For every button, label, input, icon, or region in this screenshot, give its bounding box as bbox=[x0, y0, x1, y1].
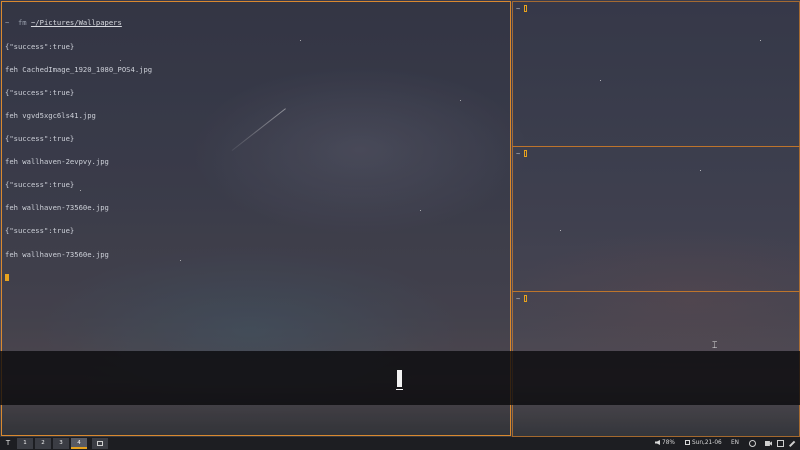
workspace-button-3[interactable]: 3 bbox=[53, 438, 69, 449]
clock-indicator[interactable]: Sun,21-06 bbox=[685, 437, 722, 450]
launcher-input-underline bbox=[396, 389, 403, 390]
prompt-tilde: ~ bbox=[516, 4, 521, 13]
terminal-app-button[interactable] bbox=[92, 438, 108, 449]
terminal-cursor bbox=[5, 273, 9, 281]
output-line: feh CachedImage_1920_1080_POS4.jpg bbox=[5, 64, 153, 74]
prompt-command: fm bbox=[17, 18, 27, 28]
globe-icon[interactable] bbox=[749, 440, 756, 447]
clock-label: Sun,21-06 bbox=[692, 440, 722, 446]
keyboard-layout-indicator[interactable]: EN bbox=[731, 437, 739, 450]
menu-icon[interactable]: T bbox=[4, 439, 12, 448]
output-line: {"success":true} bbox=[5, 133, 75, 143]
input-line[interactable] bbox=[5, 273, 152, 282]
prompt-line: ~ fm ~/Pictures/Wallpapers bbox=[5, 19, 152, 27]
output-line: feh wallhaven-2evpvy.jpg bbox=[5, 157, 109, 167]
output-line: feh wallhaven-73560e.jpg bbox=[5, 249, 109, 259]
terminal-window-top-right[interactable]: ~ bbox=[512, 1, 800, 147]
mouse-ibeam-cursor-icon: ⌶ bbox=[712, 341, 718, 351]
taskbar: T 1 2 3 4 78% Sun,21-06 EN bbox=[0, 437, 800, 450]
volume-indicator[interactable]: 78% bbox=[655, 437, 675, 450]
window-icon[interactable] bbox=[777, 440, 784, 447]
workspace-button-2[interactable]: 2 bbox=[35, 438, 51, 449]
workspace-button-4[interactable]: 4 bbox=[71, 438, 87, 449]
prompt-line: ~ bbox=[516, 4, 528, 13]
terminal-cursor bbox=[524, 295, 528, 302]
terminal-output: ~ fm ~/Pictures/Wallpapers {"success":tr… bbox=[5, 4, 152, 297]
terminal-window-middle-right[interactable]: ~ bbox=[512, 146, 800, 292]
pencil-icon[interactable] bbox=[789, 440, 796, 447]
volume-label: 78% bbox=[662, 440, 675, 446]
output-line: feh vgvd5xgc6ls41.jpg bbox=[5, 110, 96, 120]
launcher-overlay[interactable] bbox=[0, 351, 800, 405]
calendar-icon bbox=[685, 440, 690, 445]
speaker-icon bbox=[655, 440, 660, 445]
terminal-cursor bbox=[524, 150, 528, 157]
output-line: {"success":true} bbox=[5, 41, 75, 51]
output-line: {"success":true} bbox=[5, 87, 75, 97]
launcher-input-cursor[interactable] bbox=[397, 370, 402, 387]
prompt-tilde: ~ bbox=[516, 149, 521, 158]
output-line: feh wallhaven-73560e.jpg bbox=[5, 203, 109, 213]
prompt-tilde: ~ bbox=[5, 18, 10, 28]
prompt-line: ~ bbox=[516, 149, 528, 158]
output-line: {"success":true} bbox=[5, 226, 75, 236]
window-icon bbox=[97, 441, 103, 446]
prompt-line: ~ bbox=[516, 294, 528, 303]
workspace-button-1[interactable]: 1 bbox=[17, 438, 33, 449]
output-line: {"success":true} bbox=[5, 180, 75, 190]
prompt-tilde: ~ bbox=[516, 294, 521, 303]
terminal-cursor bbox=[524, 5, 528, 12]
camera-icon[interactable] bbox=[765, 441, 772, 446]
prompt-path: ~/Pictures/Wallpapers bbox=[30, 18, 122, 28]
